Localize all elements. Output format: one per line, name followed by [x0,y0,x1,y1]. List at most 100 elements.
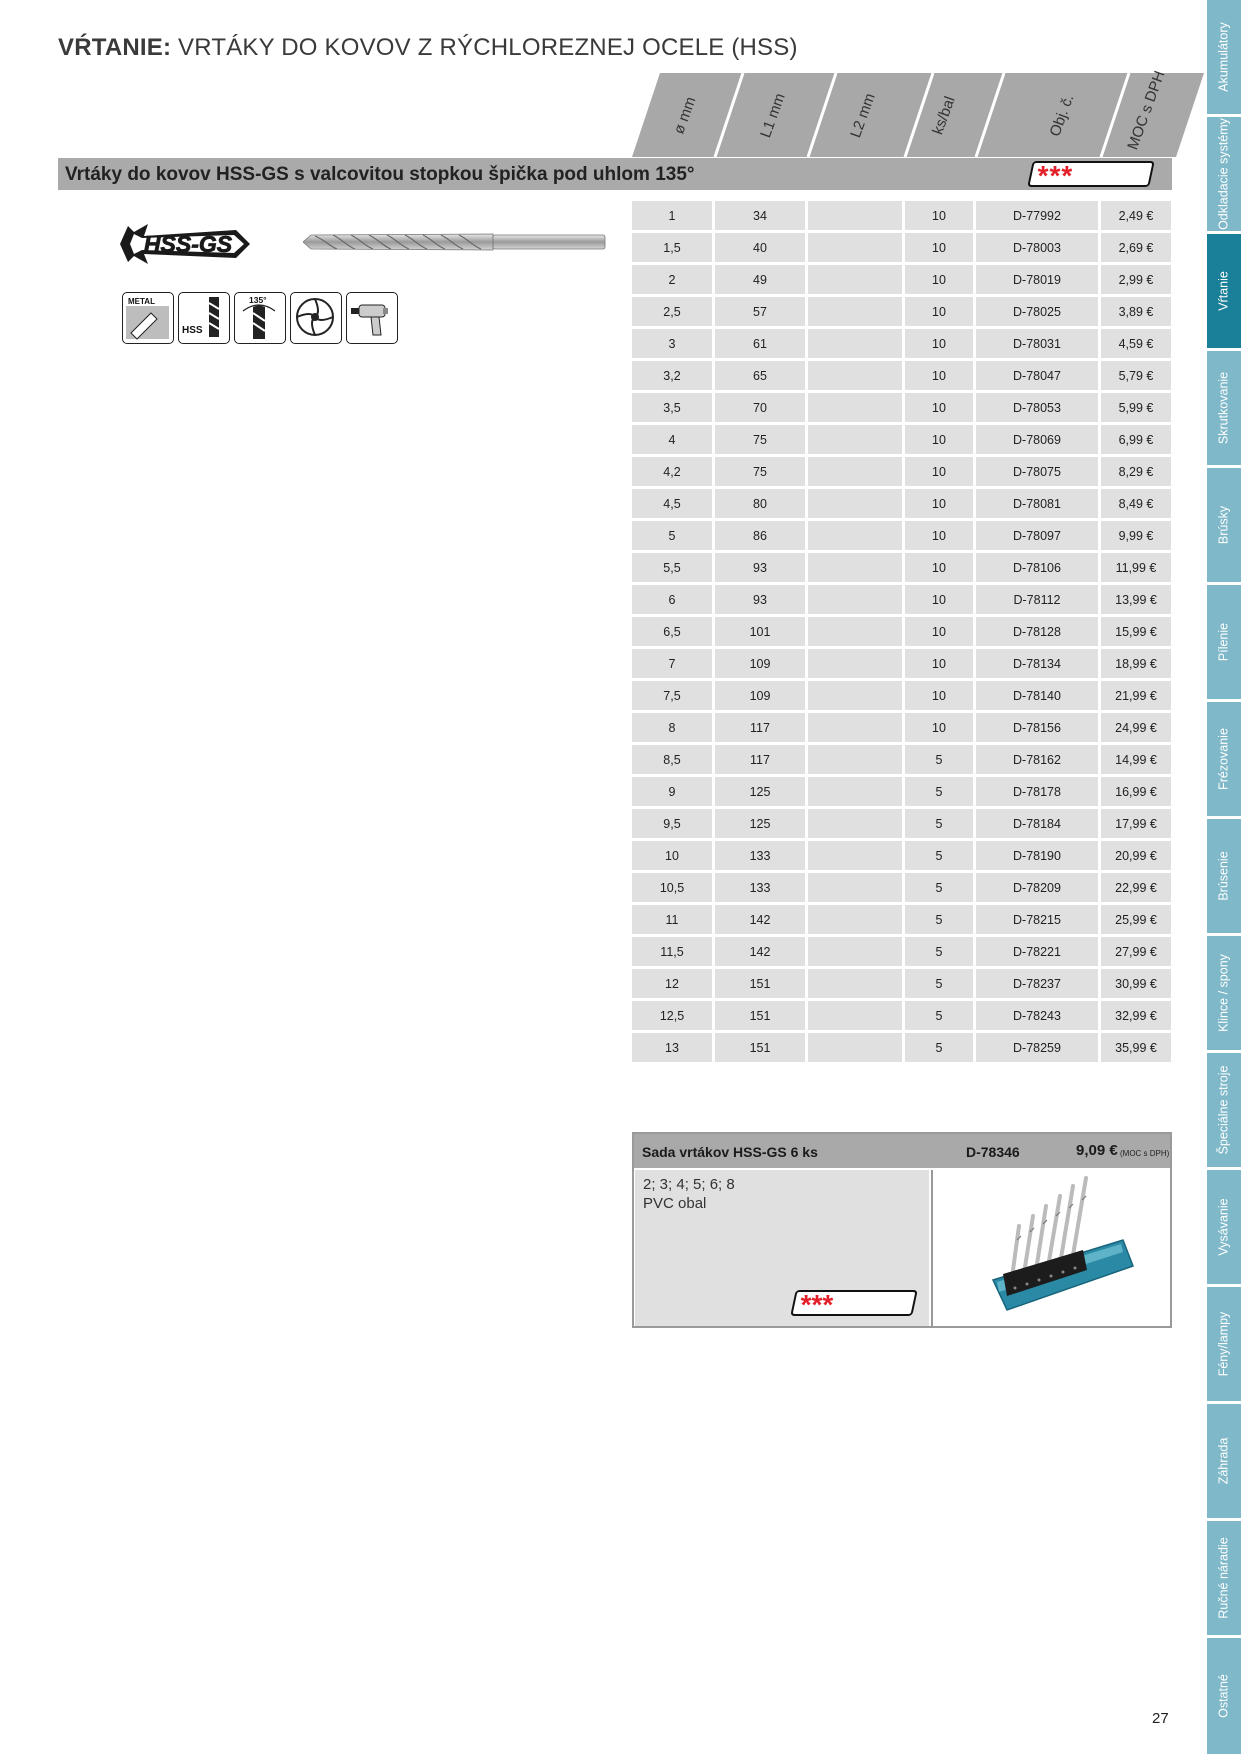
order-number-cell: D-78184 [976,809,1098,838]
l2-cell [808,393,902,422]
hss-icon-label: HSS [182,325,203,336]
diameter-cell: 3,2 [632,361,712,390]
side-tab-9[interactable]: Klince / spony [1207,936,1241,1050]
order-number-cell: D-78025 [976,297,1098,326]
table-row: 4 75 10 D-78069 6,99 € [632,425,1171,454]
table-row: 3 61 10 D-78031 4,59 € [632,329,1171,358]
order-number-cell: D-78031 [976,329,1098,358]
l2-cell [808,649,902,678]
side-tab-10[interactable]: Špeciálne stroje [1207,1053,1241,1167]
drill-set-price-note: (MOC s DPH) [1120,1149,1170,1158]
side-tab-15[interactable]: Ostatné [1207,1638,1241,1754]
table-row: 4,2 75 10 D-78075 8,29 € [632,457,1171,486]
split-point-icon [290,292,342,344]
metal-icon: METAL [122,292,174,344]
l2-cell [808,265,902,294]
diameter-cell: 3 [632,329,712,358]
l2-cell [808,489,902,518]
pack-cell: 10 [905,233,973,262]
side-tab-2[interactable]: Odkladacie systémy [1207,117,1241,231]
diameter-cell: 1,5 [632,233,712,262]
side-tab-label: Fény/lampy [1216,1311,1231,1377]
side-tab-7[interactable]: Frézovanie [1207,702,1241,816]
section-header: Vrtáky do kovov HSS-GS s valcovitou stop… [58,158,1172,191]
l2-cell [808,681,902,710]
table-row: 6 93 10 D-78112 13,99 € [632,585,1171,614]
drill-set-code: D-78346 [966,1144,1020,1160]
pack-cell: 10 [905,361,973,390]
drill-set-case: PVC obal [643,1195,707,1212]
price-cell: 5,99 € [1101,393,1171,422]
side-tab-13[interactable]: Záhrada [1207,1404,1241,1518]
l1-cell: 151 [715,1033,805,1062]
angle-135-icon-label: 135° [249,295,267,305]
diameter-cell: 10,5 [632,873,712,902]
side-tab-label: Ostatné [1216,1674,1231,1718]
l1-cell: 61 [715,329,805,358]
table-row: 13 151 5 D-78259 35,99 € [632,1033,1171,1062]
pack-cell: 5 [905,1033,973,1062]
l2-cell [808,841,902,870]
diameter-cell: 11,5 [632,937,712,966]
table-row: 7 109 10 D-78134 18,99 € [632,649,1171,678]
side-tab-4[interactable]: Skrutkovanie [1207,351,1241,465]
pack-cell: 5 [905,905,973,934]
drill-set-sizes: 2; 3; 4; 5; 6; 8 [643,1176,735,1193]
order-number-cell: D-78053 [976,393,1098,422]
pack-cell: 10 [905,713,973,742]
price-cell: 5,79 € [1101,361,1171,390]
side-tab-label: Frézovanie [1216,728,1231,790]
l1-cell: 142 [715,905,805,934]
drill-set-rating-badge: *** [790,1289,918,1320]
order-number-cell: D-78221 [976,937,1098,966]
table-row: 5 86 10 D-78097 9,99 € [632,521,1171,550]
l2-cell [808,713,902,742]
pack-cell: 5 [905,873,973,902]
drill-set-box: Sada vrtákov HSS-GS 6 ks D-78346 9,09 € … [632,1132,1172,1328]
side-tab-12[interactable]: Fény/lampy [1207,1287,1241,1401]
l1-cell: 80 [715,489,805,518]
side-tab-label: Vŕtanie [1216,271,1231,311]
page-number: 27 [1152,1710,1169,1727]
drill-bit-image [303,233,606,251]
table-row: 10 133 5 D-78190 20,99 € [632,841,1171,870]
side-tab-label: Brúsky [1216,505,1231,545]
side-tab-label: Skrutkovanie [1216,371,1231,445]
l2-cell [808,201,902,230]
diameter-cell: 9,5 [632,809,712,838]
price-cell: 9,99 € [1101,521,1171,550]
l1-cell: 101 [715,617,805,646]
pack-cell: 5 [905,969,973,998]
drill-set-header: Sada vrtákov HSS-GS 6 ks D-78346 9,09 € … [634,1134,1170,1168]
drill-set-details: 2; 3; 4; 5; 6; 8 PVC obal *** [635,1170,929,1326]
side-tab-5[interactable]: Brúsky [1207,468,1241,582]
order-number-cell: D-78209 [976,873,1098,902]
side-tab-label: Vysávanie [1216,1198,1231,1256]
pack-cell: 10 [905,617,973,646]
l2-cell [808,521,902,550]
pack-cell: 10 [905,489,973,518]
side-tab-8[interactable]: Brúsenie [1207,819,1241,933]
side-tab-6[interactable]: Pílenie [1207,585,1241,699]
side-tab-3[interactable]: Vŕtanie [1207,234,1241,348]
pack-cell: 10 [905,553,973,582]
order-number-cell: D-78128 [976,617,1098,646]
section-title: Vrtáky do kovov HSS-GS s valcovitou stop… [65,164,695,185]
price-cell: 25,99 € [1101,905,1171,934]
diameter-cell: 2 [632,265,712,294]
l2-cell [808,329,902,358]
pack-cell: 5 [905,809,973,838]
l2-cell [808,745,902,774]
side-tab-11[interactable]: Vysávanie [1207,1170,1241,1284]
pack-cell: 10 [905,649,973,678]
side-tab-14[interactable]: Ručné náradie [1207,1521,1241,1635]
l2-cell [808,969,902,998]
price-cell: 14,99 € [1101,745,1171,774]
order-number-cell: D-78162 [976,745,1098,774]
price-cell: 13,99 € [1101,585,1171,614]
diameter-cell: 5 [632,521,712,550]
side-tab-1[interactable]: Akumulátory [1207,0,1241,114]
table-row: 5,5 93 10 D-78106 11,99 € [632,553,1171,582]
price-cell: 18,99 € [1101,649,1171,678]
price-cell: 24,99 € [1101,713,1171,742]
